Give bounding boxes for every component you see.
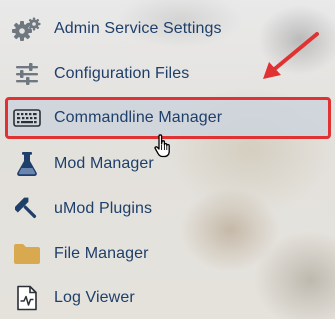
log-file-icon — [12, 283, 42, 313]
menu-item-label: File Manager — [54, 245, 149, 262]
menu-item-label: Admin Service Settings — [54, 20, 222, 37]
flask-icon — [12, 149, 42, 179]
menu-item-label: Log Viewer — [54, 289, 135, 306]
menu-item-log-viewer[interactable]: Log Viewer — [5, 277, 331, 319]
menu-item-umod-plugins[interactable]: uMod Plugins — [5, 188, 331, 230]
menu-item-file-manager[interactable]: File Manager — [5, 233, 331, 275]
gears-icon — [12, 14, 42, 44]
hand-cursor-icon — [154, 134, 170, 158]
menu-item-label: Mod Manager — [54, 155, 154, 172]
keyboard-icon — [12, 103, 42, 133]
hammer-icon — [12, 194, 42, 224]
menu-item-label: uMod Plugins — [54, 200, 153, 217]
sliders-icon — [12, 59, 42, 89]
menu-item-label: Commandline Manager — [54, 109, 223, 126]
folder-icon — [12, 239, 42, 269]
annotation-arrow-icon — [263, 32, 319, 79]
menu-item-label: Configuration Files — [54, 65, 190, 82]
